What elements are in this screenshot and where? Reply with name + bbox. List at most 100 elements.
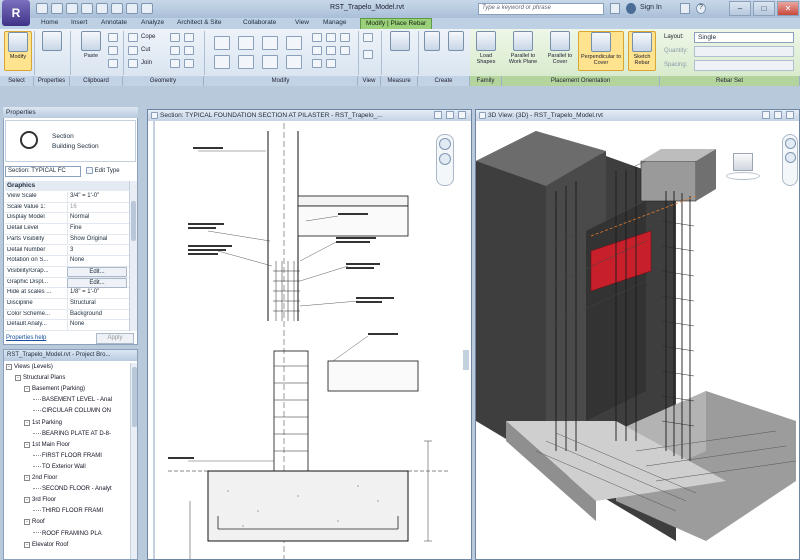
tree-expander-icon[interactable]: - [15,375,21,382]
property-value[interactable]: Background [67,309,127,320]
rotate-icon[interactable] [262,55,278,69]
viewcube[interactable] [726,146,760,180]
create-group-button[interactable] [422,31,442,71]
project-browser-scrollbar[interactable] [130,363,137,559]
maximize-button[interactable]: □ [753,1,775,16]
tree-expander-icon[interactable]: - [24,386,30,393]
quantity-input[interactable] [694,46,794,57]
save-icon[interactable] [51,3,63,14]
3d-close-button[interactable] [786,111,794,119]
edit-property-button[interactable]: Edit... [67,266,127,277]
trim-multiple-icon[interactable] [326,59,336,68]
tab-collaborate[interactable]: Collaborate [238,18,281,29]
paste-button[interactable]: Paste [78,31,104,71]
help-icon[interactable]: ? [696,3,706,14]
section-minimize-button[interactable] [434,111,442,119]
navigation-bar[interactable] [436,134,454,186]
panel-select[interactable]: Select [0,76,34,86]
project-browser-item[interactable]: -2nd Floor [24,475,57,485]
property-value[interactable]: Normal [67,213,127,224]
3d-view-window[interactable]: 3D View: {3D} - RST_Trapelo_Model.rvt [475,109,800,560]
section-maximize-button[interactable] [446,111,454,119]
cut-icon[interactable] [108,46,118,55]
tab-analyze[interactable]: Analyze [136,18,169,29]
tab-view[interactable]: View [290,18,314,29]
properties-help-link[interactable]: Properties help [6,335,46,341]
geometry-tool-icon[interactable] [184,59,194,68]
3d-maximize-button[interactable] [774,111,782,119]
project-browser-item[interactable]: BEARING PLATE AT D-8- [33,431,111,441]
parallel-to-work-plane-button[interactable]: Parallel to Work Plane [505,31,541,71]
tree-expander-icon[interactable]: - [24,475,30,481]
measure-icon[interactable] [111,3,123,14]
scale-icon[interactable] [312,46,322,55]
project-browser-item[interactable]: - Elevator Roof [24,541,68,552]
join-label[interactable]: Join [141,60,152,66]
project-browser-item[interactable]: - Basement (Parking) [24,386,85,396]
tab-home[interactable]: Home [36,18,63,29]
mirror-draw-icon[interactable] [286,36,302,50]
sketch-rebar-button[interactable]: Sketch Rebar [628,31,656,71]
tree-expander-icon[interactable]: - [24,541,30,548]
tab-insert[interactable]: Insert [66,18,92,29]
load-shapes-button[interactable]: Load Shapes [474,31,498,71]
cope-label[interactable]: Cope [141,34,155,40]
properties-scrollbar[interactable] [129,181,137,331]
section-close-button[interactable] [458,111,466,119]
property-value[interactable]: 3 [67,245,127,256]
edit-type-button[interactable]: Edit Type [84,166,136,177]
hide-icon[interactable] [363,50,373,59]
text-icon[interactable] [126,3,138,14]
steering-wheel-icon[interactable] [784,138,796,149]
project-browser-item[interactable]: - Structural Plans [15,375,65,385]
apply-button[interactable]: Apply [96,333,134,344]
project-browser-item[interactable]: -3rd Floor [24,497,56,507]
property-value[interactable]: 3/4" = 1'-0" [67,192,127,202]
split-icon[interactable] [312,33,322,42]
unpin-icon[interactable] [326,46,336,55]
search-input[interactable]: Type a keyword or phrase [478,3,604,15]
modify-button[interactable]: Modify [4,31,32,71]
project-browser-item[interactable]: TO Exterior Wall [33,464,86,474]
project-browser-item[interactable]: - Views (Levels) [6,364,53,374]
zoom-icon[interactable] [784,152,796,163]
undo-icon[interactable] [66,3,78,14]
parallel-to-cover-button[interactable]: Parallel to Cover [545,31,575,71]
minimize-button[interactable]: – [729,1,751,16]
move-icon[interactable] [214,55,230,69]
property-value[interactable]: Show Original [67,234,127,245]
steering-wheel-icon[interactable] [439,138,451,150]
tree-expander-icon[interactable]: - [24,519,30,526]
exchange-icon[interactable] [680,3,690,14]
geometry-tool-icon[interactable] [170,46,180,55]
match-properties-icon[interactable] [108,59,118,68]
copy-icon[interactable] [108,33,118,42]
zoom-icon[interactable] [439,153,451,165]
tree-expander-icon[interactable]: - [24,419,30,426]
print-icon[interactable] [96,3,108,14]
trim-single-icon[interactable] [312,59,322,68]
create-assembly-button[interactable] [446,31,466,71]
perpendicular-to-cover-button[interactable]: Perpendicular to Cover [578,31,624,71]
3d-view-icon[interactable] [141,3,153,14]
layout-select[interactable]: Single [694,32,794,43]
cut-label[interactable]: Cut [141,47,150,53]
search-icon[interactable] [610,3,620,14]
property-value[interactable]: None [67,256,127,267]
property-value[interactable]: Fine [67,224,127,235]
tab-architect-site[interactable]: Architect & Site [172,18,226,29]
open-icon[interactable] [36,3,48,14]
trim-icon[interactable] [286,55,302,69]
edit-property-button[interactable]: Edit... [67,277,127,288]
project-browser-item[interactable]: CIRCULAR COLUMN ON [33,408,111,418]
geometry-tool-icon[interactable] [184,33,194,42]
copy-element-icon[interactable] [238,55,254,69]
sign-in-link[interactable]: Sign In [640,4,662,11]
pin-icon[interactable] [326,33,336,42]
tree-expander-icon[interactable]: - [6,364,12,370]
align-icon[interactable] [214,36,230,50]
array-icon[interactable] [340,33,350,42]
3d-minimize-button[interactable] [762,111,770,119]
lightbulb-icon[interactable] [363,33,373,42]
project-browser-item[interactable]: -1st Main Floor [24,441,70,452]
